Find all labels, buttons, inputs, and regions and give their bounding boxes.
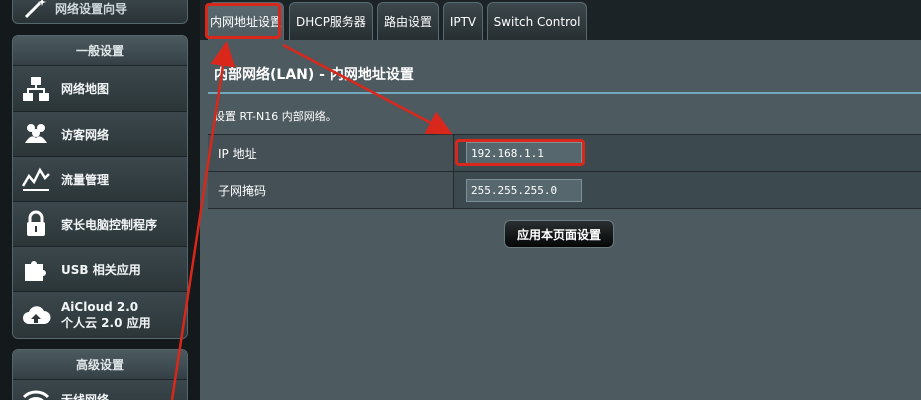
menu-header-general: 一般设置	[13, 36, 187, 66]
tab-highlight-box	[205, 3, 281, 39]
network-map-icon	[23, 76, 49, 101]
tab-route[interactable]: 路由设置	[377, 2, 439, 40]
sidebar-item-label: 网络设置向导	[55, 1, 128, 16]
settings-panel: 内部网络(LAN) - 内网地址设置 设置 RT-N16 内部网络。 IP 地址…	[204, 40, 921, 400]
wifi-icon	[22, 390, 50, 400]
subnet-mask-cell: 255.255.255.0	[454, 172, 921, 208]
tab-dhcp-server[interactable]: DHCP服务器	[289, 2, 373, 40]
tab-switch-control[interactable]: Switch Control	[487, 2, 587, 40]
sidebar-item-label: USB 相关应用	[61, 262, 141, 277]
sidebar-item-aicloud[interactable]: AiCloud 2.0 个人云 2.0 应用	[13, 292, 187, 338]
sidebar-item-traffic-manager[interactable]: 流量管理	[13, 157, 187, 202]
menu-header-advanced: 高级设置	[13, 350, 187, 380]
page-title: 内部网络(LAN) - 内网地址设置	[214, 67, 414, 83]
page-description: 设置 RT-N16 内部网络。	[214, 110, 337, 123]
title-divider	[208, 92, 921, 94]
tab-bar: 内网地址设置 DHCP服务器 路由设置 IPTV Switch Control	[200, 0, 921, 40]
sidebar-item-sublabel: 个人云 2.0 应用	[61, 316, 151, 330]
sidebar: 网络设置向导 一般设置 网络地图 访客网络 流量管理 家长电脑控制程序 USB …	[0, 0, 200, 400]
subnet-mask-label: 子网掩码	[208, 172, 454, 208]
sidebar-item-label: 访客网络	[61, 127, 110, 142]
sidebar-item-label: AiCloud 2.0	[61, 300, 139, 314]
advanced-settings-menu: 高级设置 无线网络	[12, 349, 188, 400]
sidebar-item-parental-control[interactable]: 家长电脑控制程序	[13, 202, 187, 247]
ip-address-label: IP 地址	[208, 135, 454, 171]
wand-icon	[24, 0, 46, 19]
sidebar-item-network-map[interactable]: 网络地图	[13, 66, 187, 112]
apply-button[interactable]: 应用本页面设置	[504, 220, 614, 248]
sidebar-item-label: 流量管理	[61, 172, 110, 187]
subnet-mask-input[interactable]: 255.255.255.0	[466, 178, 582, 202]
puzzle-icon	[25, 261, 46, 281]
main-content: 内网地址设置 DHCP服务器 路由设置 IPTV Switch Control …	[200, 0, 921, 400]
traffic-icon	[21, 167, 50, 191]
table-row: 子网掩码 255.255.255.0	[208, 172, 921, 209]
sidebar-item-label: 网络地图	[61, 82, 110, 96]
sidebar-item-usb-application[interactable]: USB 相关应用	[13, 247, 187, 292]
guest-network-icon	[25, 124, 47, 143]
sidebar-item-wireless[interactable]: 无线网络	[13, 380, 187, 400]
general-settings-menu: 一般设置 网络地图 访客网络 流量管理 家长电脑控制程序 USB 相关应用 Ai…	[12, 35, 188, 339]
cloud-icon	[23, 306, 51, 324]
sidebar-item-label: 家长电脑控制程序	[61, 217, 158, 232]
sidebar-item-quick-setup[interactable]: 网络设置向导	[12, 0, 188, 24]
tab-iptv[interactable]: IPTV	[443, 2, 483, 40]
sidebar-item-label: 无线网络	[61, 393, 110, 400]
sidebar-item-guest-network[interactable]: 访客网络	[13, 112, 187, 157]
lock-icon	[27, 210, 45, 236]
ip-highlight-box	[455, 139, 585, 166]
